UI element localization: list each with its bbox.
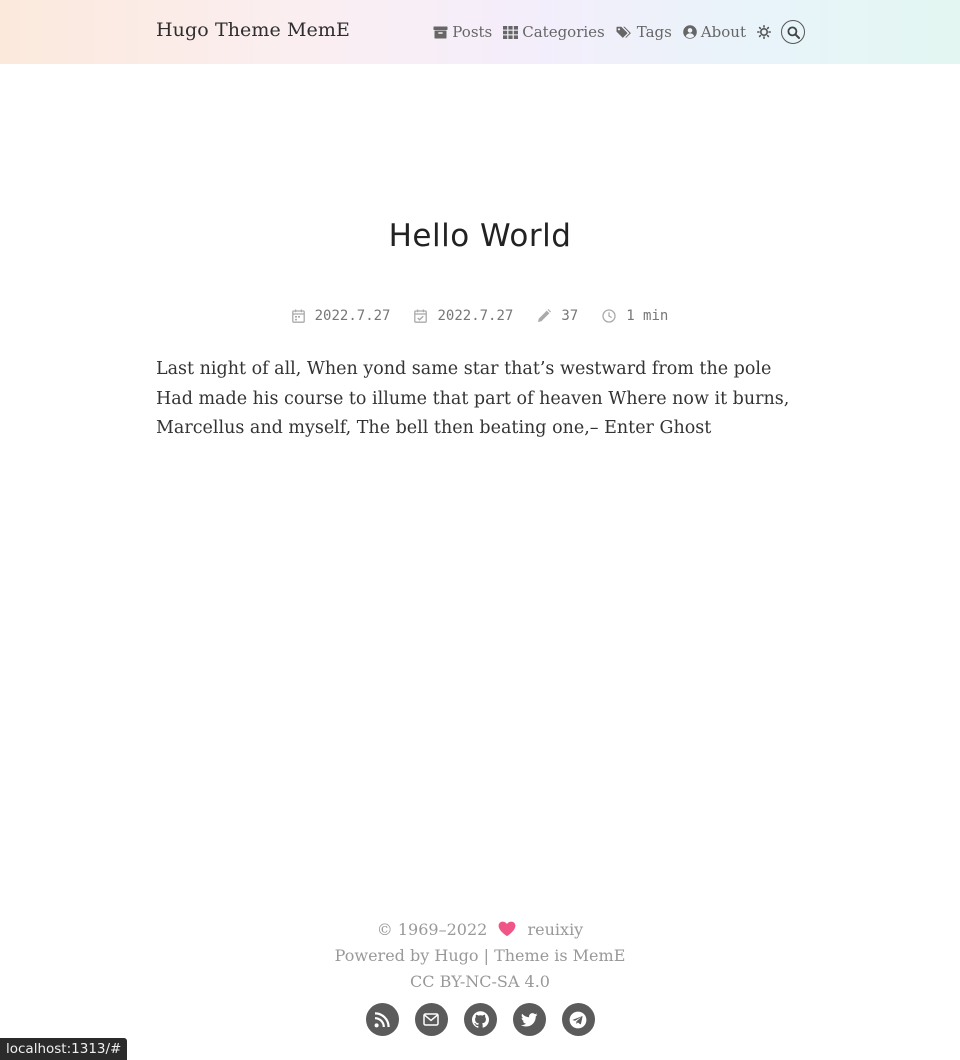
- powered-prefix: Powered by: [334, 946, 430, 965]
- nav-label-tags: Tags: [636, 23, 672, 41]
- nav-item-categories[interactable]: Categories: [503, 23, 605, 41]
- calendar-icon: [291, 309, 305, 323]
- author-link[interactable]: reuixiy: [528, 920, 584, 939]
- nav-item-tags[interactable]: Tags: [616, 23, 672, 41]
- post-title: Hello World: [388, 218, 572, 254]
- site-footer: © 1969–2022 reuixiy Powered by Hugo | Th…: [0, 917, 960, 995]
- rss-button[interactable]: [365, 1003, 399, 1036]
- nav-label-about: About: [700, 23, 746, 41]
- nav-item-about[interactable]: About: [683, 23, 746, 41]
- user-circle-icon: [683, 25, 697, 39]
- twitter-button[interactable]: [512, 1003, 546, 1036]
- word-count: 37: [561, 308, 579, 324]
- reading-time: 1 min: [626, 308, 669, 324]
- tags-icon: [616, 26, 631, 38]
- nav-label-categories: Categories: [522, 23, 605, 41]
- calendar-check-icon: [414, 309, 428, 323]
- meta-updated: 2022.7.27: [414, 308, 513, 324]
- theme-prefix: Theme is: [494, 946, 568, 965]
- published-date: 2022.7.27: [314, 308, 391, 324]
- site-header: Hugo Theme MemE Posts Categories Tags Ab…: [0, 0, 960, 64]
- mail-icon: [423, 1013, 439, 1026]
- twitter-icon: [520, 1012, 538, 1027]
- meta-reading-time: 1 min: [602, 308, 668, 324]
- main-nav: Posts Categories Tags About: [422, 18, 805, 46]
- post-meta: 2022.7.27 2022.7.27 37 1 min: [0, 308, 960, 324]
- archive-icon: [433, 26, 448, 38]
- social-links: [0, 1003, 960, 1036]
- meme-link[interactable]: MemE: [573, 946, 626, 965]
- meta-word-count: 37: [537, 308, 578, 324]
- footer-license-line: CC BY-NC-SA 4.0: [0, 969, 960, 995]
- rss-icon: [374, 1011, 390, 1027]
- search-icon: [787, 26, 800, 39]
- browser-status-url: localhost:1313/#: [0, 1038, 128, 1060]
- meta-published: 2022.7.27: [291, 308, 391, 324]
- hugo-link[interactable]: Hugo: [434, 946, 478, 965]
- telegram-icon: [569, 1011, 587, 1028]
- updated-date: 2022.7.27: [437, 308, 514, 324]
- license-link[interactable]: CC BY-NC-SA 4.0: [410, 972, 550, 991]
- nav-item-posts[interactable]: Posts: [433, 23, 492, 41]
- heart-icon: [499, 921, 516, 937]
- github-icon: [471, 1011, 489, 1028]
- nav-label-posts: Posts: [452, 23, 493, 41]
- site-title-link[interactable]: Hugo Theme MemE: [156, 19, 350, 41]
- github-button[interactable]: [463, 1003, 497, 1036]
- pencil-icon: [538, 309, 552, 322]
- copyright-text: © 1969–2022: [376, 920, 488, 939]
- footer-copyright-line: © 1969–2022 reuixiy: [0, 917, 960, 943]
- footer-powered-line: Powered by Hugo | Theme is MemE: [0, 943, 960, 969]
- footer-separator: |: [483, 946, 489, 965]
- sun-icon: [757, 25, 771, 39]
- clock-icon: [602, 309, 616, 323]
- telegram-button[interactable]: [561, 1003, 595, 1036]
- post-body: Last night of all, When yond same star t…: [156, 359, 790, 438]
- theme-toggle-button[interactable]: [757, 25, 771, 39]
- search-button[interactable]: [781, 20, 805, 44]
- mail-button[interactable]: [414, 1003, 448, 1036]
- grid-icon: [503, 25, 519, 39]
